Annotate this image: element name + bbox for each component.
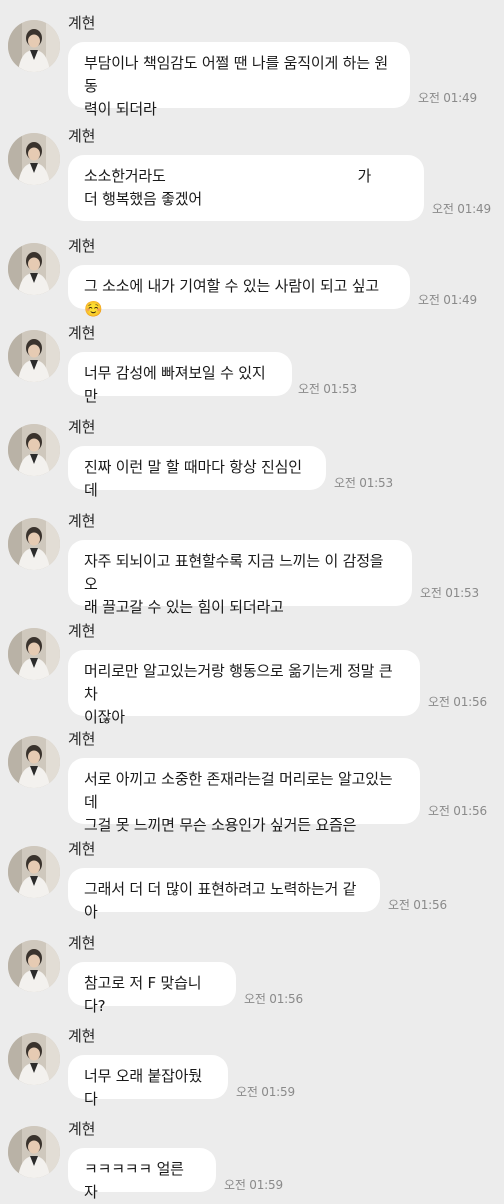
sender-name: 계현 xyxy=(68,324,96,342)
sender-name: 계현 xyxy=(68,622,96,640)
message-bubble[interactable]: 그 소소에 내가 기여할 수 있는 사람이 되고 싶고☺️ xyxy=(68,265,410,318)
message-bubble[interactable]: 머리로만 알고있는거랑 행동으로 옮기는게 정말 큰 차 이잖아 xyxy=(68,650,420,726)
sender-name: 계현 xyxy=(68,1120,96,1138)
avatar[interactable] xyxy=(8,20,60,72)
sender-name: 계현 xyxy=(68,127,96,145)
avatar[interactable] xyxy=(8,736,60,788)
sender-name: 계현 xyxy=(68,934,96,952)
sender-name: 계현 xyxy=(68,14,96,32)
avatar[interactable] xyxy=(8,1126,60,1178)
avatar[interactable] xyxy=(8,518,60,570)
message-time: 오전 01:56 xyxy=(428,695,487,709)
message-time: 오전 01:53 xyxy=(334,476,393,490)
message-time: 오전 01:56 xyxy=(388,898,447,912)
message-time: 오전 01:53 xyxy=(298,382,357,396)
message-bubble[interactable]: 부담이나 책임감도 어쩔 땐 나를 움직이게 하는 원동 력이 되더라 xyxy=(68,42,410,118)
avatar[interactable] xyxy=(8,243,60,295)
message-time: 오전 01:59 xyxy=(236,1085,295,1099)
message-time: 오전 01:59 xyxy=(224,1178,283,1192)
message-bubble[interactable]: 참고로 저 F 맞습니다? xyxy=(68,962,236,1015)
message-time: 오전 01:49 xyxy=(432,202,491,216)
message-time: 오전 01:49 xyxy=(418,91,477,105)
avatar[interactable] xyxy=(8,424,60,476)
avatar[interactable] xyxy=(8,330,60,382)
avatar[interactable] xyxy=(8,1033,60,1085)
message-bubble[interactable]: 소소한거라도 가 더 행복했음 좋겠어 xyxy=(68,155,424,221)
message-time: 오전 01:53 xyxy=(420,586,479,600)
avatar[interactable] xyxy=(8,846,60,898)
message-bubble[interactable]: 그래서 더 더 많이 표현하려고 노력하는거 같아 xyxy=(68,868,380,921)
sender-name: 계현 xyxy=(68,418,96,436)
message-time: 오전 01:49 xyxy=(418,293,477,307)
sender-name: 계현 xyxy=(68,512,96,530)
avatar[interactable] xyxy=(8,133,60,185)
chat-room[interactable]: 계현 부담이나 책임감도 어쩔 땐 나를 움직이게 하는 원동 력이 되더라 오… xyxy=(0,0,504,1201)
sender-name: 계현 xyxy=(68,840,96,858)
message-bubble[interactable]: 진짜 이런 말 할 때마다 항상 진심인데 xyxy=(68,446,326,499)
message-bubble[interactable]: 너무 오래 붙잡아뒀다 xyxy=(68,1055,228,1108)
message-bubble[interactable]: 너무 감성에 빠져보일 수 있지만 xyxy=(68,352,292,405)
message-time: 오전 01:56 xyxy=(428,804,487,818)
message-bubble[interactable]: ㅋㅋㅋㅋㅋ 얼른 자 xyxy=(68,1148,216,1201)
message-bubble[interactable]: 자주 되뇌이고 표현할수록 지금 느끼는 이 감정을 오 래 끌고갈 수 있는 … xyxy=(68,540,412,616)
sender-name: 계현 xyxy=(68,1027,96,1045)
avatar[interactable] xyxy=(8,628,60,680)
avatar[interactable] xyxy=(8,940,60,992)
sender-name: 계현 xyxy=(68,237,96,255)
message-time: 오전 01:56 xyxy=(244,992,303,1006)
sender-name: 계현 xyxy=(68,730,96,748)
message-bubble[interactable]: 서로 아끼고 소중한 존재라는걸 머리로는 알고있는데 그걸 못 느끼면 무슨 … xyxy=(68,758,420,834)
